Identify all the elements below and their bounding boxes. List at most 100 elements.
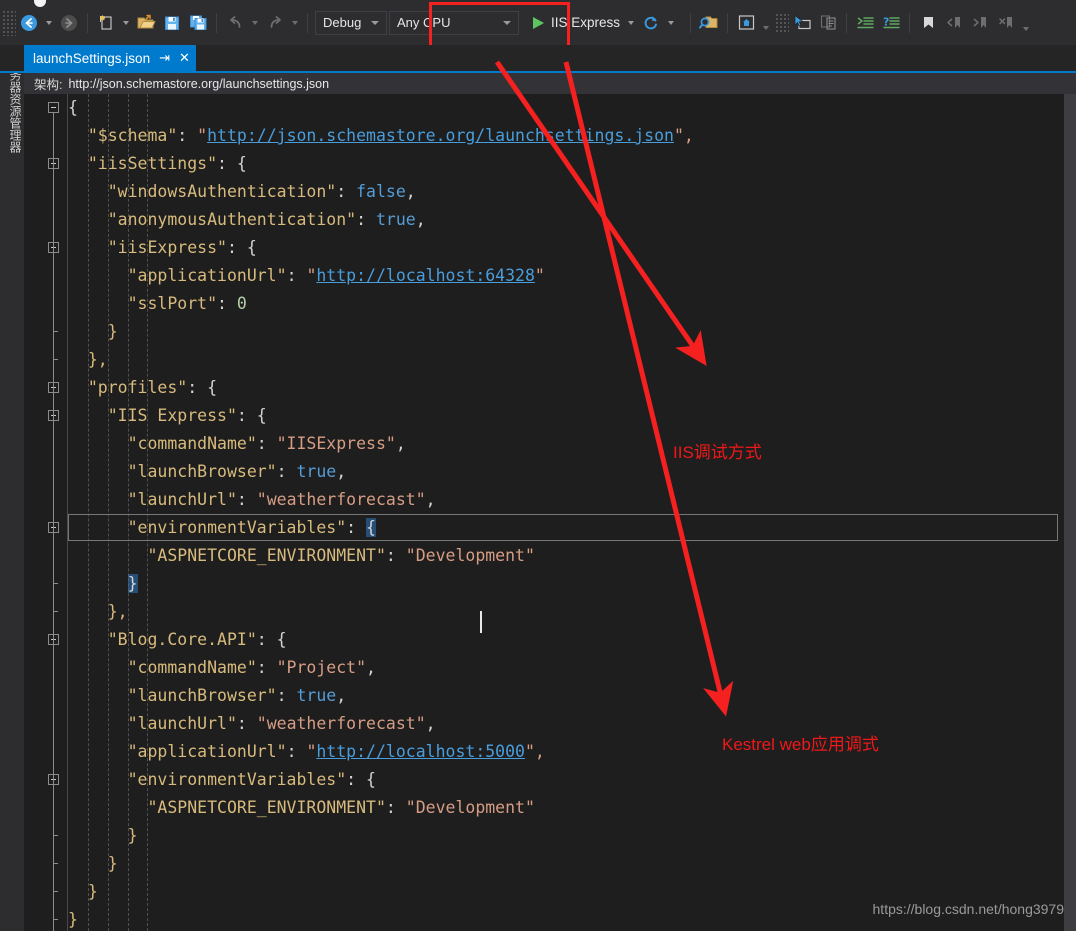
- toolbar-overflow-button[interactable]: [1023, 26, 1030, 31]
- code-line[interactable]: "iisExpress": {: [68, 234, 1064, 262]
- navigate-forward-button[interactable]: [56, 9, 82, 37]
- new-item-icon: [99, 15, 112, 30]
- code-token: "launchUrl": [127, 490, 237, 509]
- code-line[interactable]: "ASPNETCORE_ENVIRONMENT": "Development": [68, 794, 1064, 822]
- new-item-button[interactable]: [93, 9, 119, 37]
- schema-url-value[interactable]: http://json.schemastore.org/launchsettin…: [68, 77, 329, 91]
- pointer-select-button[interactable]: [789, 9, 815, 37]
- format-document-icon: [856, 16, 874, 28]
- save-all-icon: [189, 15, 206, 30]
- comment-selection-button[interactable]: ?: [878, 9, 904, 37]
- toolbar-separator: [87, 12, 88, 33]
- code-line[interactable]: "$schema": "http://json.schemastore.org/…: [68, 122, 1064, 150]
- code-token: true: [296, 686, 337, 705]
- code-token: ": [197, 126, 208, 145]
- fold-toggle[interactable]: [48, 102, 59, 113]
- redo-dropdown[interactable]: [292, 20, 298, 25]
- editor-gutter[interactable]: [24, 94, 68, 931]
- code-line[interactable]: "Blog.Core.API": {: [68, 626, 1064, 654]
- new-item-dropdown[interactable]: [123, 20, 129, 25]
- code-line[interactable]: },: [68, 598, 1064, 626]
- previous-bookmark-button[interactable]: [941, 9, 967, 37]
- navigate-back-button[interactable]: [16, 9, 42, 37]
- code-line[interactable]: "commandName": "Project",: [68, 654, 1064, 682]
- redo-button[interactable]: [262, 9, 288, 37]
- close-icon[interactable]: ✕: [179, 50, 190, 66]
- code-line[interactable]: "anonymousAuthentication": true,: [68, 206, 1064, 234]
- refresh-icon: [644, 15, 657, 29]
- comment-selection-icon: ?: [883, 15, 900, 28]
- code-token: : {: [226, 238, 257, 257]
- clear-bookmarks-button[interactable]: [993, 9, 1019, 37]
- indent-guide: [147, 94, 149, 931]
- code-line[interactable]: "commandName": "IISExpress",: [68, 430, 1064, 458]
- code-line[interactable]: "launchUrl": "weatherforecast",: [68, 710, 1064, 738]
- refresh-dropdown[interactable]: [668, 20, 675, 25]
- save-all-button[interactable]: [185, 9, 211, 37]
- code-token: "applicationUrl": [127, 742, 287, 761]
- code-line[interactable]: }: [68, 822, 1064, 850]
- undo-dropdown[interactable]: [252, 20, 258, 25]
- code-line[interactable]: "windowsAuthentication": false,: [68, 178, 1064, 206]
- code-url-link[interactable]: http://localhost:64328: [316, 266, 535, 285]
- code-token: "Blog.Core.API": [107, 630, 257, 649]
- code-content[interactable]: { "$schema": "http://json.schemastore.or…: [68, 94, 1064, 931]
- code-line[interactable]: "applicationUrl": "http://localhost:6432…: [68, 262, 1064, 290]
- find-in-files-button[interactable]: [696, 9, 722, 37]
- code-line[interactable]: "profiles": {: [68, 374, 1064, 402]
- navigate-back-dropdown[interactable]: [46, 20, 52, 25]
- tab-launchsettings-json[interactable]: launchSettings.json ⇥ ✕: [24, 45, 196, 71]
- code-editor[interactable]: { "$schema": "http://json.schemastore.or…: [24, 94, 1064, 931]
- code-token: "$schema": [87, 126, 178, 145]
- code-line[interactable]: },: [68, 346, 1064, 374]
- undo-button[interactable]: [222, 9, 248, 37]
- code-url-link[interactable]: http://json.schemastore.org/launchsettin…: [207, 126, 674, 145]
- code-line[interactable]: "environmentVariables": {: [68, 514, 1064, 542]
- code-line[interactable]: "applicationUrl": "http://localhost:5000…: [68, 738, 1064, 766]
- pin-icon[interactable]: ⇥: [159, 50, 170, 66]
- code-token: "weatherforecast": [256, 490, 426, 509]
- code-token: : {: [346, 770, 376, 789]
- toolbar-grip[interactable]: [775, 12, 790, 33]
- start-debugging-button[interactable]: IIS Express: [533, 9, 620, 37]
- next-bookmark-button[interactable]: [967, 9, 993, 37]
- code-line[interactable]: }: [68, 850, 1064, 878]
- code-line[interactable]: "launchBrowser": true,: [68, 458, 1064, 486]
- toggle-bookmark-button[interactable]: [915, 9, 941, 37]
- refresh-button[interactable]: [638, 9, 664, 37]
- code-line[interactable]: "launchUrl": "weatherforecast",: [68, 486, 1064, 514]
- open-folder-button[interactable]: [133, 9, 159, 37]
- code-token: false: [356, 182, 406, 201]
- code-line[interactable]: "environmentVariables": {: [68, 766, 1064, 794]
- code-line[interactable]: "launchBrowser": true,: [68, 682, 1064, 710]
- bookmark-icon: [923, 16, 933, 28]
- solution-configuration-value: Debug: [323, 15, 362, 30]
- next-bookmark-icon: [973, 16, 986, 28]
- toolbar-separator: [216, 12, 217, 33]
- solution-configuration-combo[interactable]: Debug: [315, 10, 387, 35]
- start-debugging-dropdown[interactable]: [628, 20, 635, 25]
- code-token: :: [256, 658, 277, 677]
- solution-platform-combo[interactable]: Any CPU: [389, 10, 519, 35]
- code-token: :: [276, 686, 297, 705]
- code-line[interactable]: "IIS Express": {: [68, 402, 1064, 430]
- code-line[interactable]: "iisSettings": {: [68, 150, 1064, 178]
- code-line[interactable]: "sslPort": 0: [68, 290, 1064, 318]
- code-line[interactable]: "ASPNETCORE_ENVIRONMENT": "Development": [68, 542, 1064, 570]
- code-line[interactable]: }: [68, 318, 1064, 346]
- save-button[interactable]: [159, 9, 185, 37]
- code-token: "Development": [405, 798, 535, 817]
- toolbar-grip[interactable]: [2, 9, 16, 36]
- home-button[interactable]: [733, 9, 759, 37]
- save-icon: [165, 16, 179, 30]
- code-line[interactable]: }: [68, 570, 1064, 598]
- code-line[interactable]: {: [68, 94, 1064, 122]
- code-token: {: [68, 98, 78, 117]
- code-url-link[interactable]: http://localhost:5000: [316, 742, 525, 761]
- code-token: :: [177, 126, 198, 145]
- compare-files-button[interactable]: [815, 9, 841, 37]
- vertical-scrollbar[interactable]: [1064, 94, 1076, 931]
- home-dropdown[interactable]: [763, 25, 770, 30]
- code-token: "windowsAuthentication": [107, 182, 337, 201]
- format-document-button[interactable]: [852, 9, 878, 37]
